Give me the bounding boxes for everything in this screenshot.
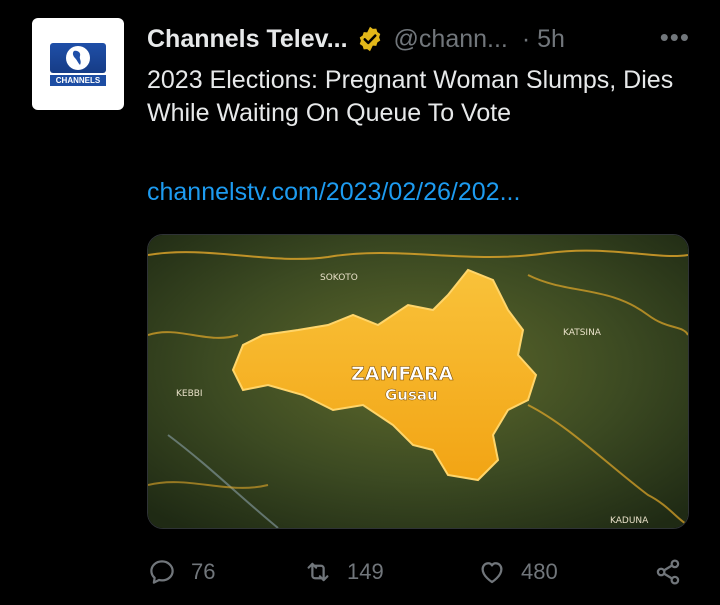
avatar-logo-text: CHANNELS [50, 74, 106, 86]
map-image: SOKOTO KATSINA KEBBI KADUNA ZAMFARA Gusa… [148, 235, 688, 528]
map-label-kebbi: KEBBI [176, 389, 203, 399]
like-count: 480 [521, 559, 558, 584]
share-icon [656, 559, 680, 585]
repost-count: 149 [347, 559, 384, 584]
like-button[interactable]: 480 [477, 552, 558, 592]
handle[interactable]: @chann... [394, 25, 508, 54]
repost-button[interactable]: 149 [303, 552, 384, 592]
map-label-kaduna: KADUNA [610, 516, 649, 526]
repost-icon [307, 562, 329, 582]
tweet-header: Channels Telev... @chann... · 5h ••• [147, 22, 690, 56]
avatar[interactable]: CHANNELS [32, 18, 124, 110]
channels-logo-globe-icon [50, 42, 106, 73]
tweet-actions: 76 149 480 [147, 552, 687, 592]
reply-count: 76 [191, 559, 216, 584]
tweet-link[interactable]: channelstv.com/2023/02/26/202... [147, 178, 520, 207]
more-icon[interactable]: ••• [660, 22, 690, 53]
verified-icon[interactable] [356, 25, 384, 53]
map-title-zamfara: ZAMFARA [351, 363, 454, 385]
reply-icon [150, 560, 174, 584]
timestamp[interactable]: · 5h [522, 25, 565, 54]
share-button[interactable] [653, 552, 683, 592]
like-icon [481, 562, 503, 584]
display-name[interactable]: Channels Telev... [147, 25, 348, 54]
tweet-text: 2023 Elections: Pregnant Woman Slumps, D… [147, 66, 674, 127]
reply-button[interactable]: 76 [147, 552, 215, 592]
map-capital-gusau: Gusau [385, 386, 438, 404]
map-label-katsina: KATSINA [563, 328, 602, 338]
map-label-sokoto: SOKOTO [320, 273, 358, 283]
tweet-media-map[interactable]: SOKOTO KATSINA KEBBI KADUNA ZAMFARA Gusa… [147, 234, 689, 529]
